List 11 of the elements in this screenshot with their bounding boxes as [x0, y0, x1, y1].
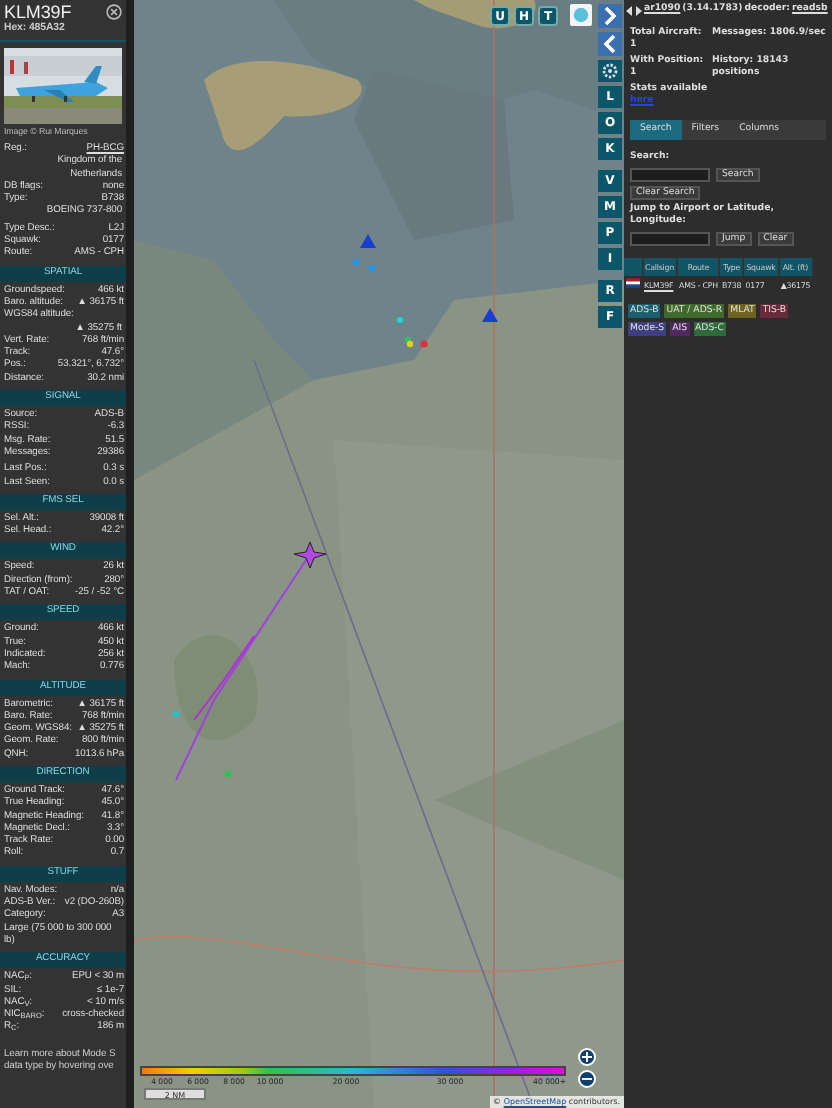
resize-icon[interactable]: [626, 5, 642, 15]
close-icon[interactable]: [106, 4, 122, 20]
airplane-icon[interactable]: [293, 541, 327, 569]
settings-icon[interactable]: [598, 60, 622, 82]
search-field[interactable]: [630, 168, 710, 182]
flag-icon: [626, 278, 640, 288]
collapse-icon[interactable]: [598, 32, 622, 56]
callsign-title: KLM39F: [4, 2, 72, 22]
expand-icon[interactable]: [598, 4, 622, 28]
jump-field[interactable]: [630, 232, 710, 246]
airplane-icon[interactable]: [482, 308, 498, 322]
